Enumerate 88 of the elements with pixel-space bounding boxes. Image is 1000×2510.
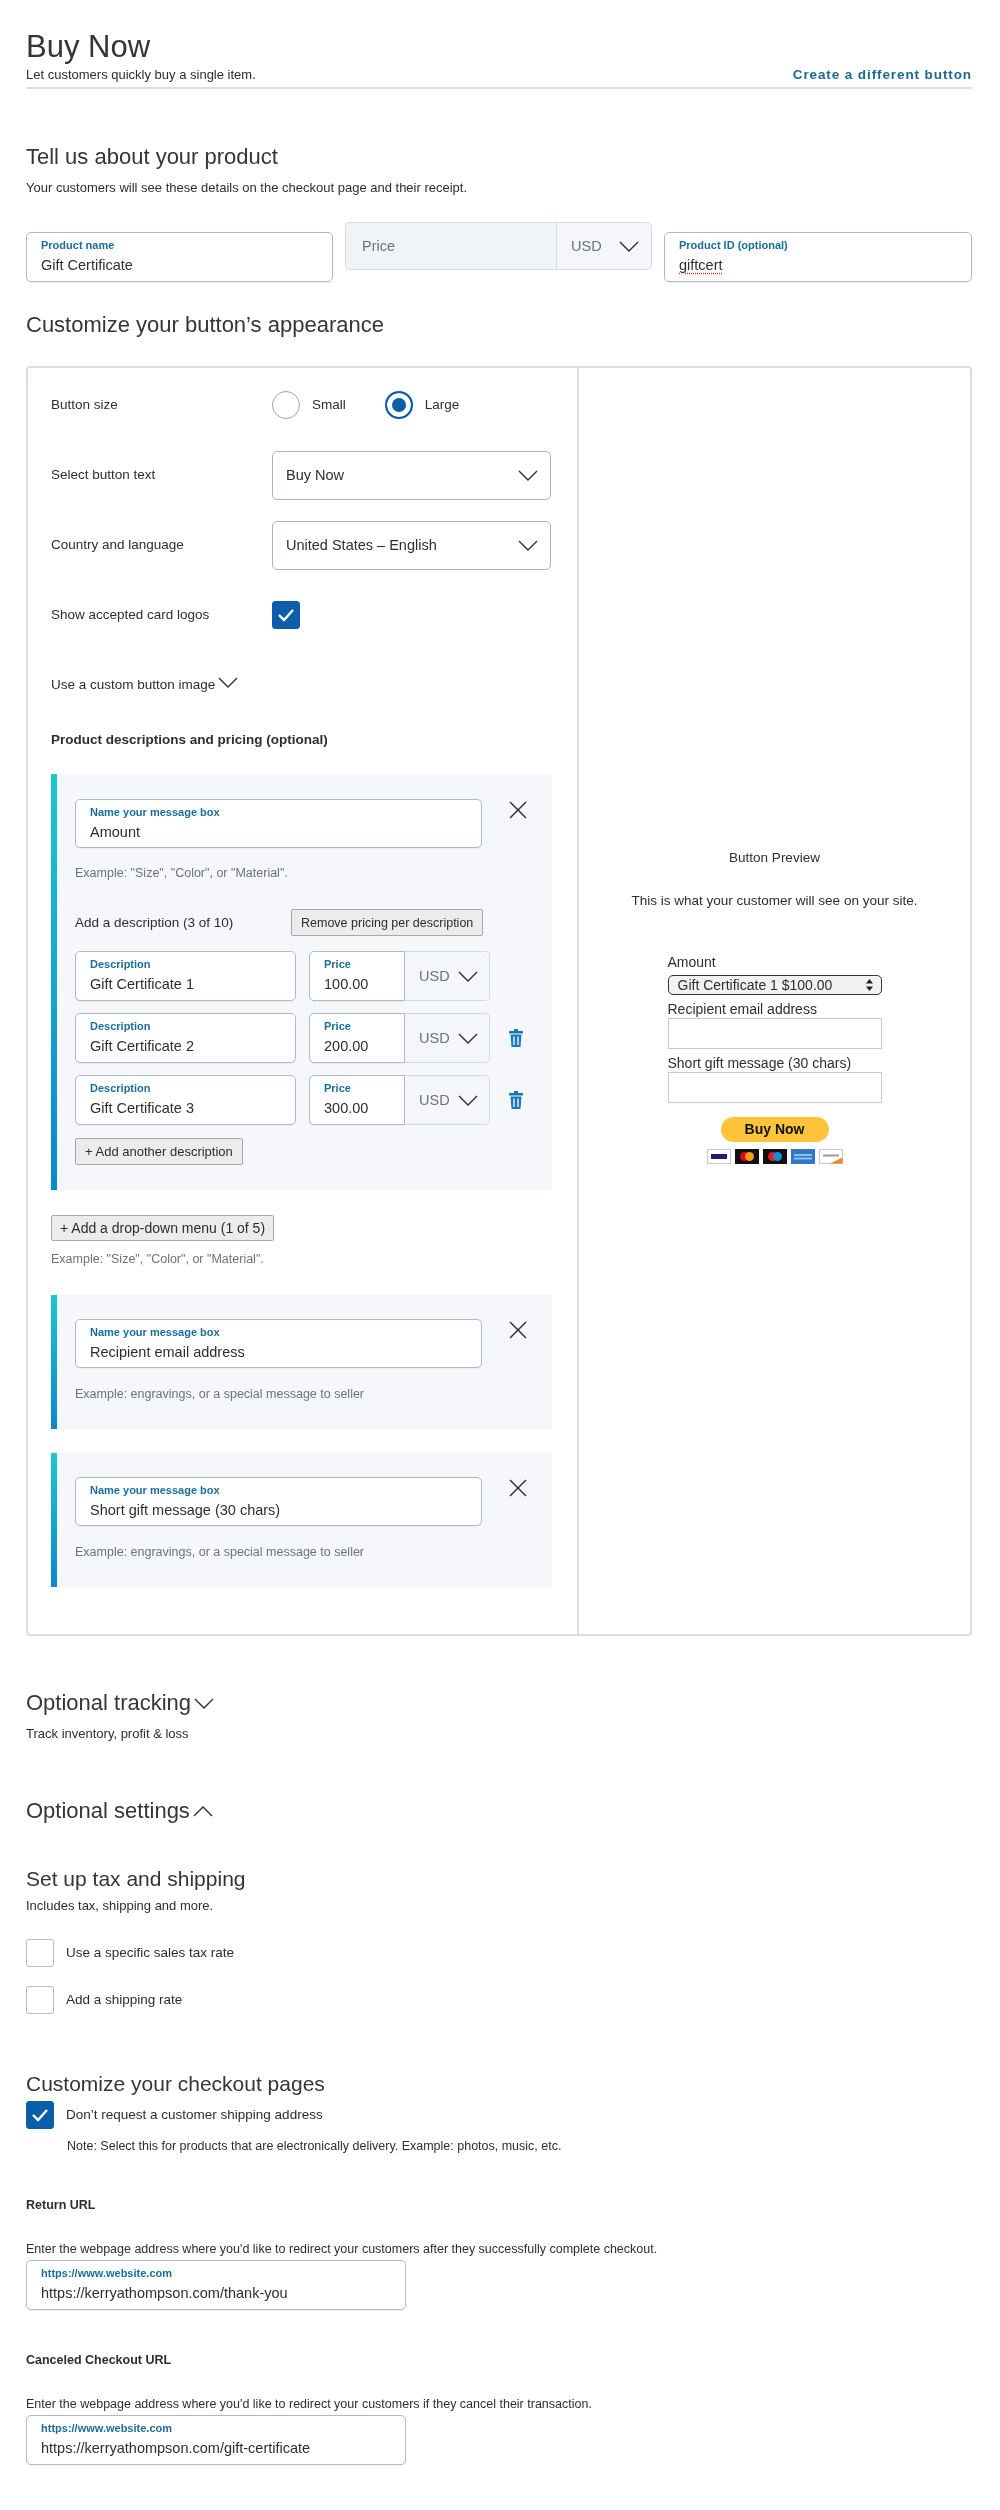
close-icon[interactable] (509, 1321, 527, 1339)
add-dropdown-button[interactable]: + Add a drop-down menu (1 of 5) (51, 1215, 275, 1241)
chevron-down-icon (458, 970, 478, 982)
checkbox-label: Don’t request a customer shipping address (66, 2106, 323, 2124)
dropdown-select[interactable]: Buy Now (272, 450, 551, 500)
preview-field-label: Recipient email address (667, 1000, 818, 1017)
section-description: Track inventory, profit & loss (26, 1725, 190, 1743)
preview-input[interactable] (667, 1017, 882, 1049)
section-title: Tell us about your product (26, 143, 279, 171)
checkmark-icon (31, 2108, 49, 2122)
checkbox[interactable] (272, 601, 300, 629)
price-field[interactable]: Price 100.00 (309, 951, 405, 1001)
description-field[interactable]: Description Gift Certificate 1 (75, 951, 296, 1001)
hint-text: Example: engravings, or a special message to seller (75, 1544, 366, 1560)
radio-label: Small (312, 396, 346, 414)
checkbox[interactable] (26, 1986, 54, 2014)
preview-description: This is what your customer will see on your site. (631, 891, 918, 910)
close-icon[interactable] (509, 801, 527, 819)
description-field[interactable]: Description Gift Certificate 3 (75, 1075, 296, 1125)
card-logo-icon (762, 1148, 787, 1164)
setting-label: Button size (51, 396, 119, 414)
hint-text: Example: "Size", "Color", or "Material". (75, 865, 289, 881)
message-box-name-field[interactable]: Name your message box Recipient email address (75, 1319, 482, 1368)
description-count: Add a description (3 of 10) (75, 913, 235, 932)
trash-icon[interactable] (509, 1029, 523, 1047)
trash-icon[interactable] (509, 1091, 523, 1109)
card-logo-icon (706, 1148, 731, 1164)
card-logo-icon (790, 1148, 815, 1164)
preview-field-label: Short gift message (30 chars) (667, 1054, 853, 1071)
create-button-link[interactable]: Create a different button (792, 66, 972, 84)
description-field[interactable]: Description Gift Certificate 2 (75, 1013, 296, 1063)
card-logo-icon (818, 1148, 843, 1164)
text-field[interactable]: Product name Gift Certificate (26, 232, 333, 282)
checkbox[interactable] (26, 2101, 54, 2129)
up-down-arrows-icon (865, 978, 873, 991)
custom-image-toggle[interactable]: Use a custom button image (51, 676, 239, 694)
section-description: Includes tax, shipping and more. (26, 1897, 215, 1915)
setting-label: Show accepted card logos (51, 606, 211, 624)
preview-title: Button Preview (729, 848, 820, 867)
message-box-name-field[interactable]: Name your message box Amount (75, 799, 482, 848)
radio-button[interactable] (384, 391, 413, 419)
preview-select[interactable]: Gift Certificate 1 $100.00 (667, 974, 882, 995)
radio-button[interactable] (272, 391, 300, 419)
field-title: Canceled Checkout URL (26, 2352, 173, 2369)
chevron-down-icon (458, 1032, 478, 1044)
currency-select[interactable]: USD (405, 951, 490, 1001)
section-title: Customize your button’s appearance (26, 311, 385, 339)
section-toggle[interactable]: Optional settings (26, 1797, 213, 1825)
section-title: Customize your checkout pages (26, 2071, 326, 2097)
buy-now-button[interactable]: Buy Now (720, 1116, 829, 1142)
chevron-down-icon (458, 1094, 478, 1106)
currency-select[interactable]: USD (405, 1013, 490, 1063)
hint-text: Example: engravings, or a special message to seller (75, 1386, 366, 1402)
section-title: Set up tax and shipping (26, 1866, 247, 1892)
chevron-down-icon (619, 240, 639, 252)
section-description: Your customers will see these details on the checkout page and their receipt. (26, 179, 469, 197)
field-description: Enter the webpage address where you'd like to redirect your customers after they successfully complete checkout. (26, 2241, 659, 2258)
field-description: Enter the webpage address where you'd like to redirect your customers if they cancel their transaction. (26, 2396, 593, 2413)
price-field[interactable]: Price 300.00 (309, 1075, 405, 1125)
text-field[interactable]: Product ID (optional) giftcert (664, 232, 972, 282)
preview-field-label: Amount (667, 953, 717, 970)
radio-label: Large (424, 396, 460, 414)
remove-pricing-button[interactable]: Remove pricing per description (291, 909, 484, 936)
url-field[interactable]: https://www.website.com https://kerryathompson.com/thank-you (26, 2260, 406, 2310)
setting-label: Select button text (51, 466, 157, 484)
checkbox-label: Use a specific sales tax rate (66, 1944, 235, 1962)
add-description-button[interactable]: + Add another description (75, 1138, 243, 1165)
checkbox-label: Add a shipping rate (66, 1991, 183, 2009)
setting-label: Country and language (51, 536, 185, 554)
field-title: Return URL (26, 2197, 97, 2214)
page-title: Buy Now (26, 28, 152, 66)
hint-text: Example: "Size", "Color", or "Material". (51, 1251, 265, 1267)
chevron-down-icon (518, 539, 538, 551)
checkbox-note: Note: Select this for products that are electronically delivery. Example: photos, music, etc. (67, 2138, 563, 2155)
preview-input[interactable] (667, 1071, 882, 1103)
chevron-down-icon (518, 469, 538, 481)
currency-select[interactable]: USD (405, 1075, 490, 1125)
subsection-title: Product descriptions and pricing (optional) (51, 731, 329, 749)
checkmark-icon (277, 608, 295, 622)
close-icon[interactable] (509, 1479, 527, 1497)
url-field[interactable]: https://www.website.com https://kerryathompson.com/gift-certificate (26, 2415, 406, 2465)
price-field[interactable]: Price 200.00 (309, 1013, 405, 1063)
section-toggle[interactable]: Optional tracking (26, 1689, 215, 1717)
page-subtitle: Let customers quickly buy a single item. (26, 66, 256, 84)
dropdown-select[interactable]: United States – English (272, 520, 551, 570)
checkbox[interactable] (26, 1939, 54, 1967)
message-box-name-field[interactable]: Name your message box Short gift message (30 chars) (75, 1477, 482, 1526)
card-logo-icon (734, 1148, 759, 1164)
